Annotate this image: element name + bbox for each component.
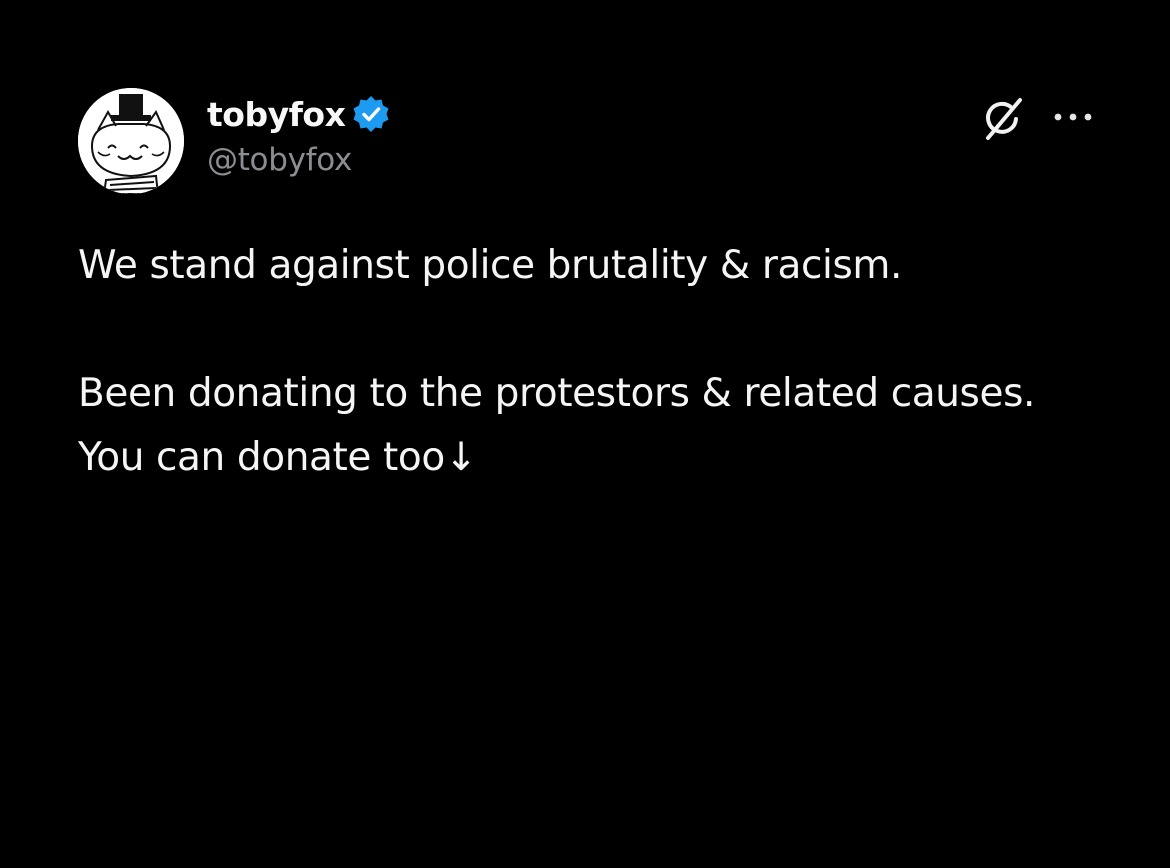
name-row: tobyfox	[207, 90, 391, 138]
verified-badge-icon[interactable]	[351, 94, 391, 134]
post-container: tobyfox @tobyfox We stand against police…	[0, 0, 1170, 868]
grok-button[interactable]	[978, 94, 1028, 144]
grok-icon	[986, 98, 1022, 140]
post-paragraph-1: We stand against police brutality & raci…	[78, 243, 902, 288]
more-options-icon	[1054, 113, 1092, 121]
post-paragraph-2: Been donating to the protestors & relate…	[78, 371, 1035, 480]
post-header: tobyfox @tobyfox	[207, 90, 391, 178]
avatar[interactable]	[78, 88, 184, 194]
display-name[interactable]: tobyfox	[207, 95, 346, 134]
cat-with-top-hat-avatar-icon	[78, 88, 184, 194]
user-handle[interactable]: @tobyfox	[207, 142, 391, 178]
more-options-button[interactable]	[1050, 100, 1096, 134]
post-text: We stand against police brutality & raci…	[78, 234, 1078, 490]
